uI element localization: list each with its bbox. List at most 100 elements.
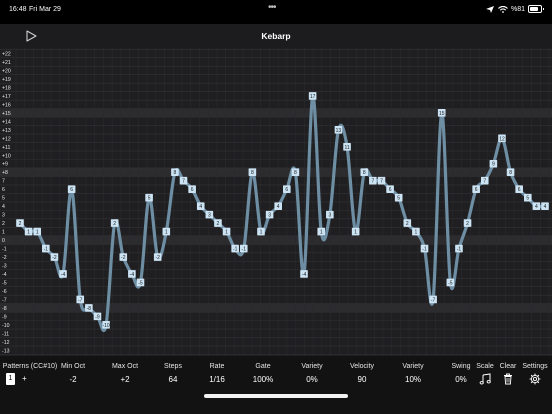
step-node[interactable]: 8: [360, 168, 369, 176]
step-value-label: 17: [310, 94, 316, 100]
step-node[interactable]: -4: [128, 270, 136, 278]
step-node[interactable]: 1: [24, 227, 33, 236]
step-node[interactable]: 5: [523, 193, 532, 202]
steps-value[interactable]: 64: [169, 375, 178, 384]
min-oct-value[interactable]: -2: [69, 375, 76, 384]
step-node[interactable]: -7: [76, 295, 85, 304]
step-value-label: -4: [130, 272, 135, 278]
variety-gate-value[interactable]: 0%: [306, 375, 318, 384]
step-node[interactable]: -4: [59, 270, 67, 278]
step-node[interactable]: -5: [446, 278, 455, 287]
step-node[interactable]: -10: [102, 321, 110, 329]
y-axis-label: 3: [2, 213, 5, 219]
step-node[interactable]: 6: [67, 185, 76, 193]
step-node[interactable]: 6: [515, 185, 523, 193]
step-node[interactable]: 8: [171, 168, 179, 176]
step-node[interactable]: 4: [196, 202, 205, 210]
music-note-icon[interactable]: [479, 373, 491, 385]
step-value-label: -4: [302, 272, 307, 278]
step-node[interactable]: -4: [300, 270, 308, 278]
step-node[interactable]: 1: [33, 227, 42, 236]
step-node[interactable]: 12: [498, 134, 506, 143]
step-value-label: 11: [344, 145, 349, 151]
step-node[interactable]: 8: [248, 168, 257, 176]
step-node[interactable]: 13: [334, 126, 343, 134]
step-node[interactable]: 15: [437, 109, 446, 117]
step-node[interactable]: -2: [119, 253, 128, 261]
step-node[interactable]: 6: [283, 185, 291, 193]
y-axis-label: +20: [2, 68, 11, 74]
step-node[interactable]: -8: [85, 304, 93, 312]
step-node[interactable]: -7: [429, 295, 437, 304]
step-node[interactable]: 2: [16, 219, 24, 227]
step-value-label: 9: [492, 162, 495, 168]
step-node[interactable]: 2: [214, 219, 222, 227]
step-node[interactable]: 1: [257, 227, 265, 236]
y-axis-label: +22: [2, 52, 11, 58]
step-node[interactable]: -2: [153, 253, 162, 261]
step-node[interactable]: 1: [222, 227, 231, 236]
step-node[interactable]: -1: [231, 244, 239, 253]
step-node[interactable]: 2: [463, 219, 472, 227]
variety-velocity-value[interactable]: 10%: [405, 375, 421, 384]
step-node[interactable]: 6: [386, 185, 394, 193]
step-node[interactable]: 7: [369, 176, 377, 185]
step-node[interactable]: 11: [343, 142, 351, 151]
status-bar: 16:48 Fri Mar 29 ••• %81: [0, 0, 552, 24]
trash-icon[interactable]: [502, 373, 514, 385]
max-oct-value[interactable]: +2: [120, 375, 129, 384]
gate-value[interactable]: 100%: [253, 375, 273, 384]
step-node[interactable]: -1: [420, 244, 429, 253]
velocity-value[interactable]: 90: [358, 375, 367, 384]
step-node[interactable]: 8: [291, 168, 300, 176]
step-node[interactable]: 17: [308, 92, 317, 100]
add-pattern-button[interactable]: +: [22, 374, 27, 383]
step-node[interactable]: 9: [489, 159, 498, 168]
step-node[interactable]: -2: [50, 253, 59, 261]
step-node[interactable]: -1: [239, 244, 248, 253]
step-node[interactable]: 5: [394, 193, 403, 202]
step-node[interactable]: 7: [377, 176, 386, 185]
step-node[interactable]: -1: [455, 244, 463, 253]
step-node[interactable]: 7: [179, 176, 188, 185]
home-indicator[interactable]: [204, 394, 348, 398]
step-node[interactable]: 4: [541, 202, 549, 210]
sequencer-canvas[interactable]: +22 +21 +20 +19 +18 +17 +16 +15 +14 +13 +12 +11 +10 +…: [0, 48, 552, 356]
y-axis-label: +16: [2, 102, 11, 108]
gear-icon[interactable]: [529, 373, 541, 385]
step-value-label: -1: [457, 247, 462, 253]
step-value-label: 6: [518, 187, 521, 193]
step-value-label: 4: [199, 204, 202, 210]
step-value-label: 1: [320, 230, 323, 236]
step-value-label: 1: [165, 230, 168, 236]
step-node[interactable]: 1: [351, 227, 360, 236]
step-node[interactable]: 3: [326, 210, 334, 219]
step-node[interactable]: 8: [506, 168, 515, 176]
rate-value[interactable]: 1/16: [209, 375, 225, 384]
step-node[interactable]: 1: [412, 227, 420, 236]
step-node[interactable]: 3: [205, 210, 214, 219]
step-node[interactable]: 2: [110, 219, 119, 227]
step-node[interactable]: 7: [480, 176, 489, 185]
multitasking-dots-icon[interactable]: •••: [268, 2, 276, 13]
step-value-label: 1: [415, 230, 418, 236]
step-node[interactable]: 6: [472, 185, 480, 193]
step-node[interactable]: 6: [188, 185, 196, 193]
step-node[interactable]: -5: [136, 278, 145, 287]
swing-value[interactable]: 0%: [455, 375, 467, 384]
step-node[interactable]: 2: [403, 219, 412, 227]
step-sequencer-grid[interactable]: +22 +21 +20 +19 +18 +17 +16 +15 +14 +13 +12 +11 +10 +…: [0, 48, 552, 356]
step-node[interactable]: -9: [93, 312, 102, 321]
step-node[interactable]: 1: [162, 227, 171, 236]
step-node[interactable]: 1: [317, 227, 326, 236]
step-value-label: 13: [336, 128, 342, 134]
y-axis-label: -12: [2, 340, 10, 346]
step-node[interactable]: 3: [265, 210, 274, 219]
step-node[interactable]: 5: [145, 193, 153, 202]
min-oct-label: Min Oct: [60, 363, 86, 370]
step-node[interactable]: 4: [532, 202, 541, 210]
pattern-1-button[interactable]: 1: [6, 373, 15, 385]
step-node[interactable]: 4: [274, 202, 282, 210]
step-value-label: 5: [148, 196, 151, 202]
step-node[interactable]: -1: [42, 244, 50, 253]
